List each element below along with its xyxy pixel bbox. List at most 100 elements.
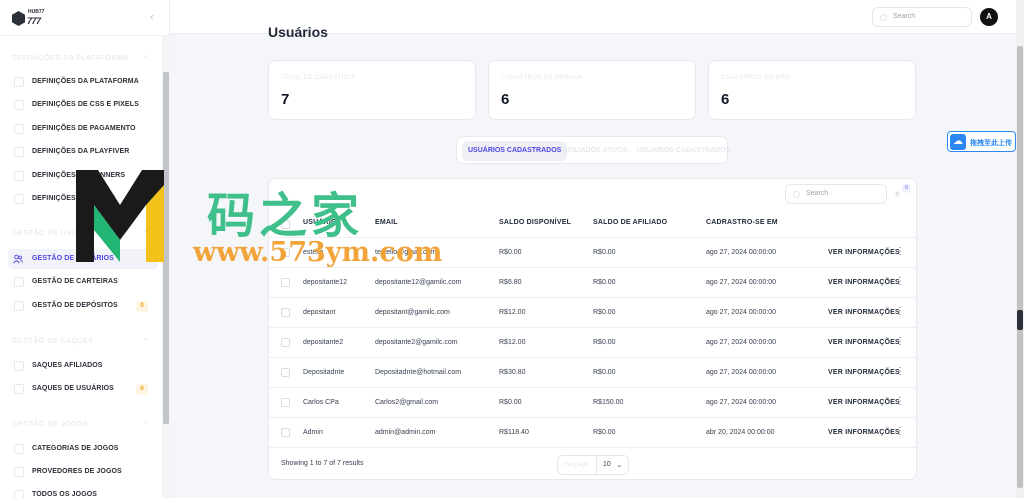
stat-card-total: Total de Cadastros 7 (268, 60, 476, 120)
upload-drop-widget[interactable]: ☁ 拖拽至此上传 (947, 131, 1016, 152)
sidebar-item-deposits[interactable]: GESTÃO DE DEPÓSITOS 0 (8, 296, 158, 316)
cell-affiliate-balance: R$0.00 (593, 279, 616, 286)
column-header-balance[interactable]: SALDO DISPONÍVEL (499, 219, 571, 226)
play-icon (14, 147, 24, 157)
per-page-select[interactable]: Per page 10 ⌄ (557, 455, 629, 475)
cell-affiliate-balance: R$150.00 (593, 399, 624, 406)
chevron-up-icon[interactable]: ⌃ (142, 337, 149, 346)
sidebar-header: HUB77 777 ‹ (0, 0, 170, 36)
cash-icon (14, 384, 24, 394)
row-checkbox[interactable] (281, 338, 290, 347)
cell-affiliate-balance: R$0.00 (593, 249, 616, 256)
cell-user: depositant (303, 309, 336, 316)
cell-user: depositante2 (303, 339, 344, 346)
sidebar-item-user-withdrawals[interactable]: SAQUES DE USUÁRIOS 0 (8, 379, 158, 399)
cell-registered-at: ago 27, 2024 00:00:00 (706, 279, 777, 286)
cell-registered-at: abr 20, 2024 00:00:00 (706, 429, 775, 436)
search-icon (880, 14, 887, 21)
more-options-icon[interactable]: ⋮ (895, 306, 905, 318)
cell-affiliate-balance: R$0.00 (593, 369, 616, 376)
logo[interactable]: HUB77 777 (12, 9, 46, 29)
row-checkbox[interactable] (281, 278, 290, 287)
view-info-link[interactable]: VER INFORMAÇÕES (828, 399, 900, 406)
sidebar-item-all-games[interactable]: TODOS OS JOGOS (8, 485, 158, 498)
more-options-icon[interactable]: ⋮ (895, 336, 905, 348)
sidebar-item-game-categories[interactable]: CATEGORIAS DE JOGOS (8, 439, 158, 459)
watermark-logo-icon: M (76, 170, 164, 262)
cell-balance: R$12.00 (499, 339, 526, 346)
filter-count-badge: 0 (902, 184, 911, 193)
stat-value: 7 (281, 91, 290, 108)
side-handle[interactable] (1017, 310, 1023, 330)
page-scrollbar-thumb[interactable] (1017, 46, 1023, 488)
sidebar-item-game-providers[interactable]: PROVEDORES DE JOGOS (8, 462, 158, 482)
search-icon (793, 191, 800, 198)
row-checkbox[interactable] (281, 368, 290, 377)
sidebar-item-playfiver[interactable]: DEFINIÇÕES DA PLAYFIVER (8, 142, 158, 162)
table-row: depositante2 depositante2@gamilc.com R$1… (269, 328, 916, 358)
row-checkbox[interactable] (281, 428, 290, 437)
tab-registered-users[interactable]: USUÁRIOS CADASTRADOS (462, 141, 568, 161)
view-info-link[interactable]: VER INFORMAÇÕES (828, 249, 900, 256)
settings-icon (14, 77, 24, 87)
cell-balance: R$12.00 (499, 309, 526, 316)
count-badge: 0 (136, 301, 148, 312)
sidebar-item-label: DEFINIÇÕES DA PLAYFIVER (32, 148, 130, 155)
global-search-input[interactable]: Search (872, 7, 972, 27)
sidebar-item-label: DEFINIÇÕES DA PLATAFORMA (32, 78, 139, 85)
cell-user: depositante12 (303, 279, 347, 286)
search-placeholder: Search (806, 190, 829, 197)
pagination-summary: Showing 1 to 7 of 7 results (281, 460, 364, 467)
column-header-registered-at[interactable]: CADRASTRO-SE EM (706, 219, 778, 226)
section-title-games: Gestão de Jogos (12, 421, 89, 428)
avatar[interactable]: A (980, 8, 998, 26)
cell-registered-at: ago 27, 2024 00:00:00 (706, 339, 777, 346)
more-options-icon[interactable]: ⋮ (895, 276, 905, 288)
sidebar-item-label: CATEGORIAS DE JOGOS (32, 445, 119, 452)
cell-email: admin@admin.com (375, 429, 436, 436)
view-info-link[interactable]: VER INFORMAÇÕES (828, 369, 900, 376)
column-header-affiliate-balance[interactable]: SALDO DE AFILIADO (593, 219, 667, 226)
stat-card-month: Cadastros do Mês 6 (708, 60, 916, 120)
chevron-up-icon[interactable]: ⌃ (142, 54, 149, 63)
sidebar-item-css-pixels[interactable]: DEFINIÇÕES DE CSS E PIXELS (8, 95, 158, 115)
view-info-link[interactable]: VER INFORMAÇÕES (828, 279, 900, 286)
sidebar-item-payment[interactable]: DEFINIÇÕES DE PAGAMENTO (8, 119, 158, 139)
collapse-sidebar-icon[interactable]: ‹ (145, 10, 159, 24)
stat-label: Cadastros do Mês (721, 75, 791, 81)
sidebar-item-label: TODOS OS JOGOS (32, 491, 98, 498)
section-title-platform: Definições da Plataforma (12, 55, 129, 62)
sidebar-item-platform-settings[interactable]: DEFINIÇÕES DA PLATAFORMA (8, 72, 158, 92)
search-placeholder: Search (893, 13, 916, 20)
stat-card-week: Cadastros da Semana 6 (488, 60, 696, 120)
more-options-icon[interactable]: ⋮ (895, 366, 905, 378)
cell-email: Carlos2@gmail.com (375, 399, 439, 406)
more-options-icon[interactable]: ⋮ (895, 426, 905, 438)
cell-balance: R$6.80 (499, 279, 522, 286)
tab-registered-users-2[interactable]: USUÁRIOS CADASTRADOS (631, 141, 736, 161)
view-info-link[interactable]: VER INFORMAÇÕES (828, 429, 900, 436)
row-checkbox[interactable] (281, 308, 290, 317)
cell-user: Depositadnte (303, 369, 345, 376)
chevron-up-icon[interactable]: ⌃ (142, 420, 149, 429)
stat-value: 6 (721, 91, 730, 108)
view-info-link[interactable]: VER INFORMAÇÕES (828, 339, 900, 346)
sidebar-item-affiliate-withdrawals[interactable]: SAQUES AFILIADOS (8, 356, 158, 376)
tab-active-affiliates[interactable]: AFILIADOS ATIVOS (557, 141, 634, 161)
view-info-link[interactable]: VER INFORMAÇÕES (828, 309, 900, 316)
payment-icon (14, 124, 24, 134)
stat-label: Cadastros da Semana (501, 75, 583, 81)
more-options-icon[interactable]: ⋮ (895, 396, 905, 408)
sidebar-item-label: SAQUES AFILIADOS (32, 362, 103, 369)
row-checkbox[interactable] (281, 398, 290, 407)
column-header-email[interactable]: EMAIL (375, 219, 398, 226)
cell-affiliate-balance: R$0.00 (593, 339, 616, 346)
table-search-input[interactable]: Search (785, 184, 887, 204)
chevron-down-icon: ⌄ (616, 460, 623, 469)
more-options-icon[interactable]: ⋮ (895, 246, 905, 258)
cell-affiliate-balance: R$0.00 (593, 429, 616, 436)
sidebar-item-label: GESTÃO DE CARTEIRAS (32, 278, 118, 285)
tiger-logo-icon (12, 11, 25, 26)
sidebar-item-wallets[interactable]: GESTÃO DE CARTEIRAS (8, 272, 158, 292)
cell-balance: R$0.00 (499, 399, 522, 406)
